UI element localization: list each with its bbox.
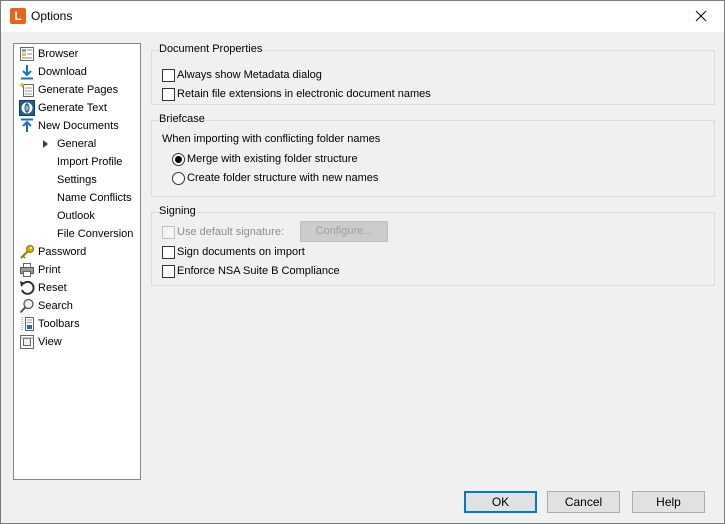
- tree-item-view[interactable]: View: [14, 333, 140, 351]
- browser-icon: [20, 47, 34, 61]
- signing-group: Signing Use default signature: Configure…: [151, 205, 715, 286]
- tree-item-toolbars[interactable]: Toolbars: [14, 315, 140, 333]
- tree-item-label: New Documents: [38, 120, 119, 132]
- close-button[interactable]: [678, 1, 724, 31]
- tree-item-label: Generate Text: [38, 102, 107, 114]
- expanded-arrow-icon: [43, 140, 48, 148]
- key-icon: [20, 245, 34, 259]
- tree-item-label: Toolbars: [38, 318, 80, 330]
- tree-item-label: View: [38, 336, 62, 348]
- tree-item-search[interactable]: Search: [14, 297, 140, 315]
- tree-item-label: Password: [38, 246, 87, 258]
- tree-item-label: Browser: [38, 48, 79, 60]
- briefcase-group: Briefcase When importing with conflictin…: [151, 113, 715, 197]
- radio-button[interactable]: [172, 153, 185, 166]
- tree-subitem-general[interactable]: General: [57, 135, 96, 153]
- tree-item-reset[interactable]: Reset: [14, 279, 140, 297]
- checkbox-label: Enforce NSA Suite B Compliance: [177, 265, 340, 277]
- tree-item-new-documents[interactable]: New Documents: [14, 117, 140, 135]
- configure-button[interactable]: Configure...: [300, 221, 388, 242]
- tree-subitem-name-conflicts[interactable]: Name Conflicts: [57, 189, 132, 207]
- tree-item-label: Search: [38, 300, 73, 312]
- view-icon: [20, 335, 34, 349]
- new-documents-icon: [21, 118, 33, 132]
- toolbars-icon: [21, 317, 34, 331]
- checkbox-box[interactable]: [162, 69, 175, 82]
- radio-button[interactable]: [172, 172, 185, 185]
- tree-subitem-outlook[interactable]: Outlook: [57, 207, 95, 225]
- group-legend: Document Properties: [159, 43, 263, 55]
- tree-subitem-file-conversion[interactable]: File Conversion: [57, 225, 133, 243]
- help-button[interactable]: Help: [632, 491, 705, 513]
- ok-button[interactable]: OK: [464, 491, 537, 513]
- close-icon: [695, 10, 707, 22]
- checkbox-box[interactable]: [162, 246, 175, 259]
- group-legend: Signing: [159, 205, 196, 217]
- radio-label: Create folder structure with new names: [187, 172, 379, 184]
- window-title: Options: [31, 9, 73, 23]
- briefcase-prompt: When importing with conflicting folder n…: [162, 133, 381, 145]
- checkbox-box[interactable]: [162, 265, 175, 278]
- options-tree[interactable]: Browser Download Generate Pages Generate…: [13, 43, 141, 480]
- checkbox-box[interactable]: [162, 88, 175, 101]
- options-dialog: L Options Browser Download Generate Page…: [0, 0, 725, 524]
- tree-item-label: Generate Pages: [38, 84, 119, 96]
- tree-item-label: Download: [38, 66, 87, 78]
- radio-label: Merge with existing folder structure: [187, 153, 358, 165]
- tree-item-password[interactable]: Password: [14, 243, 140, 261]
- checkbox-box[interactable]: [162, 226, 175, 239]
- search-icon: [19, 298, 34, 314]
- tree-item-label: Reset: [38, 282, 67, 294]
- tree-item-label: Print: [38, 264, 61, 276]
- checkbox-label: Sign documents on import: [177, 246, 305, 258]
- tree-item-generate-text[interactable]: Generate Text: [14, 99, 140, 117]
- generate-pages-icon: [19, 82, 34, 97]
- reset-icon: [20, 280, 35, 295]
- tree-item-print[interactable]: Print: [14, 261, 140, 279]
- tree-item-generate-pages[interactable]: Generate Pages: [14, 81, 140, 99]
- tree-item-download[interactable]: Download: [14, 63, 140, 81]
- generate-text-icon: [19, 100, 35, 116]
- download-icon: [21, 65, 33, 80]
- checkbox-label: Always show Metadata dialog: [177, 69, 322, 81]
- tree-subitem-settings[interactable]: Settings: [57, 171, 97, 189]
- group-legend: Briefcase: [159, 113, 205, 125]
- tree-item-browser[interactable]: Browser: [14, 45, 140, 63]
- checkbox-label: Use default signature:: [177, 226, 285, 238]
- printer-icon: [20, 263, 34, 277]
- document-properties-group: Document Properties Always show Metadata…: [151, 43, 715, 105]
- checkbox-label: Retain file extensions in electronic doc…: [177, 88, 431, 100]
- title-bar: L Options: [1, 1, 724, 32]
- app-logo-icon: L: [10, 8, 26, 24]
- tree-subitem-import-profile[interactable]: Import Profile: [57, 153, 122, 171]
- cancel-button[interactable]: Cancel: [547, 491, 620, 513]
